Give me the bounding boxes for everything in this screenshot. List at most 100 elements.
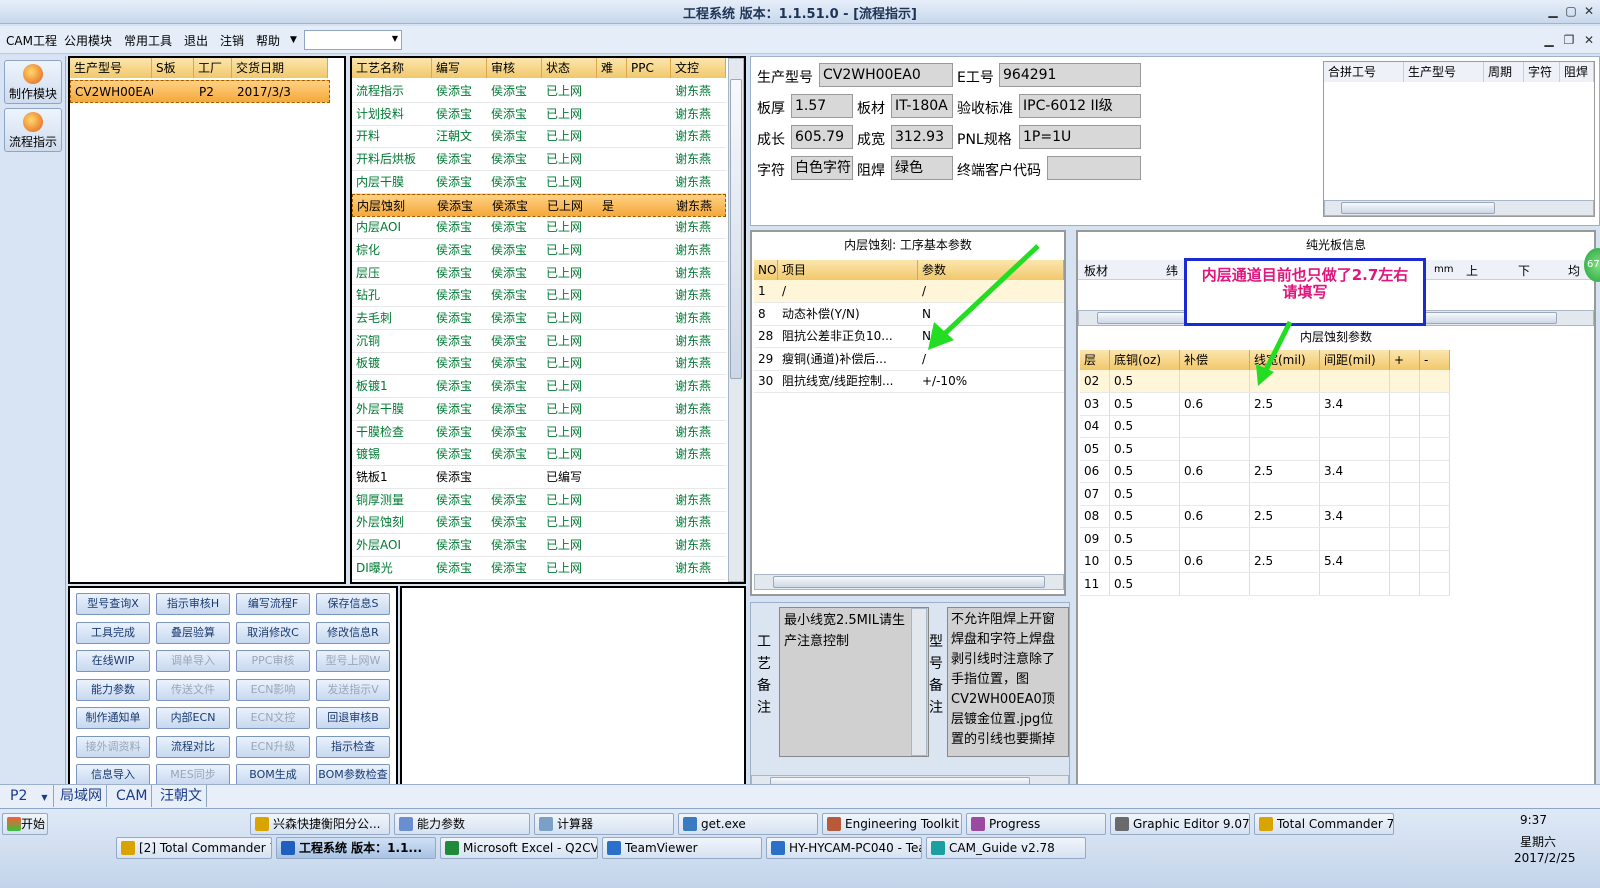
menu-help[interactable]: 帮助 <box>256 32 280 49</box>
process-row[interactable]: 开料 汪朝文 侯添宝 已上网 谢东燕 <box>352 125 726 149</box>
action-button[interactable]: 指示审核H <box>156 593 230 615</box>
col-writer[interactable]: 编写 <box>432 58 487 78</box>
action-button[interactable]: 流程对比 <box>156 735 230 758</box>
action-button[interactable]: ECN影响 <box>236 678 310 701</box>
chevron-down-icon[interactable]: ▼ <box>290 35 297 45</box>
etch-row[interactable]: 06 0.5 0.6 2.5 3.4 <box>1080 460 1450 483</box>
process-row[interactable]: 外层干膜 侯添宝 侯添宝 已上网 谢东燕 <box>352 398 726 421</box>
process-row[interactable]: 板镀1 侯添宝 侯添宝 已上网 谢东燕 <box>352 375 726 399</box>
action-button[interactable]: BOM生成 <box>236 764 310 786</box>
col-merge-no[interactable]: 合拼工号 <box>1324 62 1404 82</box>
process-row[interactable]: 铜厚测量 侯添宝 侯添宝 已上网 谢东燕 <box>352 489 726 512</box>
model-field[interactable]: CV2WH00EA0 <box>819 63 953 87</box>
etch-row[interactable]: 08 0.5 0.6 2.5 3.4 <box>1080 505 1450 528</box>
action-button[interactable]: 叠层验算 <box>156 621 230 644</box>
action-button[interactable]: MES同步 <box>156 764 230 786</box>
params-hscroll[interactable] <box>754 574 1064 590</box>
taskbar-item[interactable]: CAM_Guide v2.78 <box>926 837 1086 859</box>
standard-field[interactable]: IPC-6012 II级 <box>1019 94 1141 118</box>
process-row[interactable]: 钻孔 侯添宝 侯添宝 已上网 谢东燕 <box>352 284 726 308</box>
col-bare-material[interactable]: 板材 <box>1084 262 1108 279</box>
col-base-cu[interactable]: 底铜(oz) <box>1110 350 1180 370</box>
action-button[interactable]: 保存信息S <box>316 593 390 615</box>
col-bare-weft[interactable]: 纬 <box>1166 262 1178 279</box>
col-comp[interactable]: 补偿 <box>1180 350 1250 370</box>
thickness-field[interactable]: 1.57 <box>791 94 853 118</box>
action-button[interactable]: 指示检查 <box>316 735 390 758</box>
toolbar-combo[interactable]: ▼ <box>304 30 402 50</box>
mdi-restore-icon[interactable]: ❐ <box>1560 32 1578 48</box>
taskbar-item[interactable]: HY-HYCAM-PC040 - Tea... <box>766 837 922 859</box>
col-model[interactable]: 生产型号 <box>70 58 152 78</box>
char-field[interactable]: 白色字符 <box>791 156 853 180</box>
taskbar-item[interactable]: Microsoft Excel - Q2CV2... <box>440 837 598 859</box>
width-field[interactable]: 312.93 <box>891 125 953 149</box>
combo-arrow-icon[interactable]: ▼ <box>392 34 398 43</box>
col-spacing[interactable]: 间距(mil) <box>1320 350 1390 370</box>
col-s-board[interactable]: S板 <box>152 58 194 78</box>
process-vscroll-thumb[interactable] <box>730 79 742 379</box>
menu-logout[interactable]: 注销 <box>220 32 244 49</box>
action-button[interactable]: 取消修改C <box>236 621 310 644</box>
action-button[interactable]: 在线WIP <box>76 650 150 672</box>
action-button[interactable]: 型号查询X <box>76 593 150 615</box>
order-row[interactable]: CV2WH00EA0 P2 2017/3/3 <box>70 80 330 103</box>
col-item[interactable]: 项目 <box>778 260 918 280</box>
col-process[interactable]: 工艺名称 <box>352 58 432 78</box>
process-row[interactable]: 镀锡 侯添宝 侯添宝 已上网 谢东燕 <box>352 443 726 467</box>
flow-guide-button[interactable]: 流程指示 <box>4 108 62 152</box>
param-row[interactable]: 8 动态补偿(Y/N) N <box>754 303 1064 326</box>
process-vscroll[interactable] <box>728 58 744 582</box>
action-button[interactable]: 接外调资料 <box>76 735 150 758</box>
action-button[interactable]: 工具完成 <box>76 621 150 644</box>
tab-lan[interactable]: 局域网 <box>56 785 107 807</box>
etch-row[interactable]: 02 0.5 <box>1080 370 1450 393</box>
action-button[interactable]: 调单导入 <box>156 650 230 672</box>
col-minus[interactable]: - <box>1420 350 1450 370</box>
process-row[interactable]: 计划投料 侯添宝 侯添宝 已上网 谢东燕 <box>352 103 726 126</box>
etch-row[interactable]: 09 0.5 <box>1080 527 1450 551</box>
etch-row[interactable]: 03 0.5 0.6 2.5 3.4 <box>1080 392 1450 416</box>
col-reviewer[interactable]: 审核 <box>487 58 542 78</box>
action-button[interactable]: 内部ECN <box>156 707 230 729</box>
menu-common-tools[interactable]: 常用工具 <box>124 32 172 49</box>
col-linewidth[interactable]: 线宽(mil) <box>1250 350 1320 370</box>
merge-hscroll-thumb[interactable] <box>1341 202 1495 214</box>
merge-hscroll[interactable] <box>1324 200 1594 216</box>
tab-cam[interactable]: CAM <box>112 785 153 807</box>
process-row[interactable]: 内层AOI 侯添宝 侯添宝 已上网 谢东燕 <box>352 216 726 240</box>
process-row[interactable]: 内层干膜 侯添宝 侯添宝 已上网 谢东燕 <box>352 171 726 194</box>
col-plus[interactable]: + <box>1390 350 1420 370</box>
e-no-field[interactable]: 964291 <box>999 63 1141 87</box>
col-bare-avg[interactable]: 均 <box>1568 262 1580 279</box>
process-row[interactable]: 干膜检查 侯添宝 侯添宝 已上网 谢东燕 <box>352 421 726 444</box>
make-module-button[interactable]: 制作模块 <box>4 60 62 104</box>
col-doc-control[interactable]: 文控 <box>671 58 726 78</box>
col-bare-bottom[interactable]: 下 <box>1518 262 1530 279</box>
process-row[interactable]: 流程指示 侯添宝 侯添宝 已上网 谢东燕 <box>352 80 726 103</box>
taskbar-item[interactable]: 兴森快捷衡阳分公... <box>250 813 390 835</box>
param-row[interactable]: 29 瘦铜(通道)补偿后... / <box>754 348 1064 371</box>
col-layer[interactable]: 层 <box>1080 350 1110 370</box>
mdi-minimize-icon[interactable]: ▁ <box>1540 32 1558 48</box>
minimize-icon[interactable]: ▁ <box>1544 3 1562 19</box>
model-remark-text[interactable]: 不允许阻焊上开窗焊盘和字符上焊盘剥引线时注意除了手指位置，图CV2WH00EA0… <box>947 607 1069 757</box>
mdi-close-icon[interactable]: ✕ <box>1580 32 1598 48</box>
action-button[interactable]: 传送文件 <box>156 678 230 701</box>
action-button[interactable]: 能力参数 <box>76 678 150 701</box>
etch-row[interactable]: 04 0.5 <box>1080 415 1450 438</box>
etch-row[interactable]: 10 0.5 0.6 2.5 5.4 <box>1080 550 1450 573</box>
action-button[interactable]: 型号上网W <box>316 650 390 672</box>
col-merge-mask[interactable]: 阻焊 <box>1560 62 1594 82</box>
taskbar-item[interactable]: 计算器 <box>534 813 674 835</box>
process-remark-text[interactable]: 最小线宽2.5MIL请生产注意控制 <box>779 607 929 757</box>
process-row[interactable]: 内层蚀刻 侯添宝 侯添宝 已上网 是 谢东燕 <box>352 193 726 217</box>
process-row[interactable]: 沉铜 侯添宝 侯添宝 已上网 谢东燕 <box>352 330 726 353</box>
taskbar-item[interactable]: 工程系统 版本：1.1... <box>276 837 436 859</box>
action-button[interactable]: 制作通知单 <box>76 707 150 729</box>
tab-p2-dropdown-icon[interactable]: ▼ <box>41 793 47 802</box>
process-row[interactable]: 板镀 侯添宝 侯添宝 已上网 谢东燕 <box>352 352 726 376</box>
param-row[interactable]: 1 / / <box>754 280 1064 303</box>
process-row[interactable]: 外层蚀刻 侯添宝 侯添宝 已上网 谢东燕 <box>352 511 726 535</box>
material-field[interactable]: IT-180A <box>891 94 953 118</box>
